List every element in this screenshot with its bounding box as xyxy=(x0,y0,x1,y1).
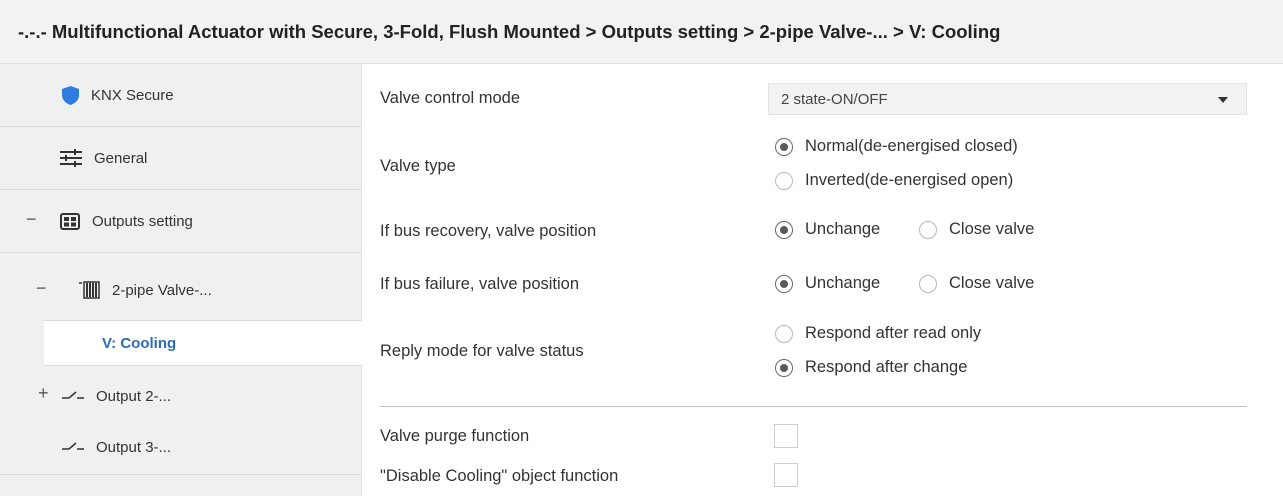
module-icon xyxy=(60,212,80,230)
radio-label: Unchange xyxy=(805,274,881,292)
bus-failure-label: If bus failure, valve position xyxy=(380,275,580,293)
radio-label: Close valve xyxy=(949,274,1035,292)
sliders-icon xyxy=(60,149,82,167)
radio-label: Close valve xyxy=(949,220,1035,238)
sidebar-item-2-pipe-valve[interactable]: − 2-pipe Valve-... xyxy=(0,260,361,320)
radio-label: Respond after read only xyxy=(805,324,982,342)
valve-control-mode-select[interactable]: 2 state-ON/OFF xyxy=(768,83,1247,115)
breadcrumb: -.-.- Multifunctional Actuator with Secu… xyxy=(18,20,1001,42)
radio-unchecked-icon xyxy=(775,171,793,190)
sidebar-item-knx-secure[interactable]: KNX Secure xyxy=(0,64,361,127)
bus-failure-close-radio[interactable]: Close valve xyxy=(919,274,1034,293)
sidebar-item-label: Output 2-... xyxy=(96,387,172,405)
sidebar-item-label: Output 3-... xyxy=(96,438,172,456)
breadcrumb-bar: -.-.- Multifunctional Actuator with Secu… xyxy=(0,0,1283,64)
valve-purge-label: Valve purge function xyxy=(380,427,530,445)
radio-checked-icon xyxy=(775,274,793,293)
valve-control-mode-value: 2 state-ON/OFF xyxy=(781,90,888,108)
radiator-icon xyxy=(78,281,100,299)
collapse-icon[interactable]: − xyxy=(36,278,47,299)
switch-icon xyxy=(62,441,84,453)
sidebar-item-general[interactable]: General xyxy=(0,127,361,190)
sidebar-item-v-cooling[interactable]: V: Cooling xyxy=(44,320,362,366)
valve-type-inverted-radio[interactable]: Inverted(de-energised open) xyxy=(775,171,1013,190)
radio-label: Inverted(de-energised open) xyxy=(805,171,1014,189)
sidebar-divider xyxy=(0,474,361,475)
sidebar-item-label: 2-pipe Valve-... xyxy=(112,281,212,299)
switch-icon xyxy=(62,390,84,402)
valve-control-mode-label: Valve control mode xyxy=(380,89,521,107)
bus-recovery-close-radio[interactable]: Close valve xyxy=(919,220,1034,239)
radio-checked-icon xyxy=(775,220,793,239)
sidebar-item-output-2[interactable]: + Output 2-... xyxy=(0,372,361,420)
radio-label: Normal(de-energised closed) xyxy=(805,137,1018,155)
radio-unchecked-icon xyxy=(919,220,937,239)
shield-icon xyxy=(62,85,79,105)
bus-recovery-unchange-radio[interactable]: Unchange xyxy=(775,220,880,239)
sidebar-item-outputs-setting[interactable]: − Outputs setting xyxy=(0,190,361,253)
sidebar-item-label: KNX Secure xyxy=(91,86,174,104)
radio-checked-icon xyxy=(775,137,793,156)
sidebar-item-output-3[interactable]: Output 3-... xyxy=(0,422,361,472)
radio-checked-icon xyxy=(775,358,793,377)
valve-type-normal-radio[interactable]: Normal(de-energised closed) xyxy=(775,137,1018,156)
bus-recovery-label: If bus recovery, valve position xyxy=(380,222,597,240)
expand-icon[interactable]: + xyxy=(38,383,49,404)
radio-label: Unchange xyxy=(805,220,881,238)
chevron-down-icon xyxy=(1218,97,1228,103)
radio-unchecked-icon xyxy=(775,324,793,343)
disable-cooling-checkbox[interactable] xyxy=(774,463,798,487)
disable-cooling-label: "Disable Cooling" object function xyxy=(380,467,619,485)
radio-label: Respond after change xyxy=(805,358,968,376)
sidebar-item-label: General xyxy=(94,149,148,167)
section-divider xyxy=(380,406,1247,407)
bus-failure-unchange-radio[interactable]: Unchange xyxy=(775,274,880,293)
sidebar-item-label: Outputs setting xyxy=(92,212,193,230)
valve-type-label: Valve type xyxy=(380,157,456,175)
valve-purge-checkbox[interactable] xyxy=(774,424,798,448)
sidebar: KNX Secure General − Outputs setting − 2… xyxy=(0,64,362,496)
reply-mode-label: Reply mode for valve status xyxy=(380,342,584,360)
sidebar-item-label: V: Cooling xyxy=(102,334,177,352)
collapse-icon[interactable]: − xyxy=(26,209,37,230)
reply-mode-after-change-radio[interactable]: Respond after change xyxy=(775,358,967,377)
radio-unchecked-icon xyxy=(919,274,937,293)
reply-mode-read-only-radio[interactable]: Respond after read only xyxy=(775,324,981,343)
